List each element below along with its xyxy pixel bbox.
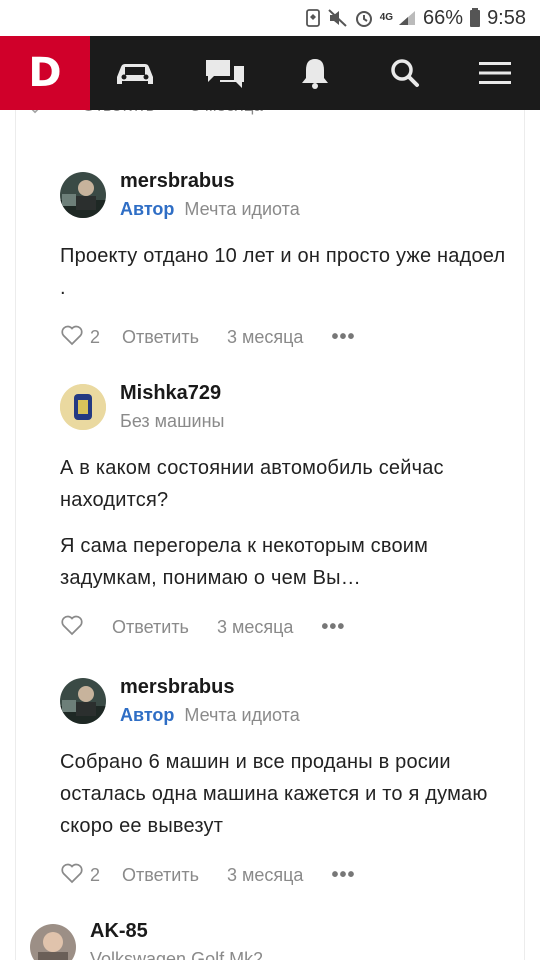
like-count: 2 <box>90 865 101 885</box>
comment-actions: 2 Ответить 3 месяца ••• <box>60 862 510 889</box>
comment-text: Проекту отдано 10 лет и он просто уже на… <box>60 245 506 299</box>
comment-date: 3 месяца <box>216 617 294 637</box>
comment-text: А в каком состоянии автомобиль сейчас на… <box>60 457 444 511</box>
reply-link[interactable]: Ответить <box>122 327 199 348</box>
comment-car[interactable]: Мечта идиота <box>184 705 299 725</box>
heart-icon <box>60 614 84 641</box>
comment-car: Без машины <box>120 411 225 431</box>
comment-date: 3 месяца <box>226 327 304 347</box>
top-navigation: D <box>0 36 540 110</box>
reply-link[interactable]: Ответить <box>122 865 199 886</box>
comments-feed: Ответить 3 месяца mersbrabus Автор Мечта … <box>0 0 540 960</box>
like-count: 2 <box>90 327 101 347</box>
more-options-icon[interactable]: ••• <box>321 616 345 639</box>
menu-icon[interactable] <box>450 36 540 110</box>
mute-icon <box>328 9 348 27</box>
car-icon[interactable] <box>90 36 180 110</box>
battery-percent: 66% <box>423 6 464 29</box>
comment: mersbrabus Автор Мечта идиота Проекту отд… <box>60 168 510 351</box>
comment-text: Я сама перегорела к некоторым своим заду… <box>60 535 429 589</box>
battery-icon <box>469 8 481 28</box>
clock: 9:58 <box>487 6 526 29</box>
bell-icon[interactable] <box>270 36 360 110</box>
status-bar: 4G 66% 9:58 <box>0 0 540 36</box>
like-button[interactable] <box>60 614 84 641</box>
more-options-icon[interactable]: ••• <box>331 864 355 887</box>
more-options-icon[interactable]: ••• <box>331 326 355 349</box>
comment-car: Volkswagen Golf Mk2 <box>90 949 264 960</box>
comment: Mishka729 Без машины А в каком состоянии… <box>60 380 510 641</box>
comment-date: 3 месяца <box>226 865 304 885</box>
comment-author[interactable]: mersbrabus <box>120 674 510 700</box>
comment-meta: Автор Мечта идиота <box>120 702 510 728</box>
comment-actions: Ответить 3 месяца ••• <box>60 614 510 641</box>
author-badge: Автор <box>120 199 175 219</box>
heart-icon <box>60 324 84 351</box>
network-type: 4G <box>379 12 394 23</box>
app-logo[interactable]: D <box>0 36 90 110</box>
comment: AK-85 Volkswagen Golf Mk2 <box>30 918 480 960</box>
search-icon[interactable] <box>360 36 450 110</box>
alarm-icon <box>354 8 374 28</box>
comment-meta: Автор Мечта идиота <box>120 196 510 222</box>
reply-link[interactable]: Ответить <box>112 617 189 638</box>
chat-icon[interactable] <box>180 36 270 110</box>
author-badge: Автор <box>120 705 175 725</box>
comment-text: Собрано 6 машин и все проданы в росии ос… <box>60 751 488 837</box>
comment-actions: 2 Ответить 3 месяца ••• <box>60 324 510 351</box>
heart-icon <box>60 862 84 889</box>
comment-author[interactable]: AK-85 <box>90 918 480 944</box>
signal-icon <box>397 9 417 27</box>
comment-author[interactable]: Mishka729 <box>120 380 510 406</box>
comment-car[interactable]: Мечта идиота <box>184 199 299 219</box>
like-button[interactable]: 2 <box>60 862 100 889</box>
comment: mersbrabus Автор Мечта идиота Собрано 6 м… <box>60 674 510 889</box>
comment-author[interactable]: mersbrabus <box>120 168 510 194</box>
like-button[interactable]: 2 <box>60 324 100 351</box>
sim-icon <box>304 9 322 27</box>
